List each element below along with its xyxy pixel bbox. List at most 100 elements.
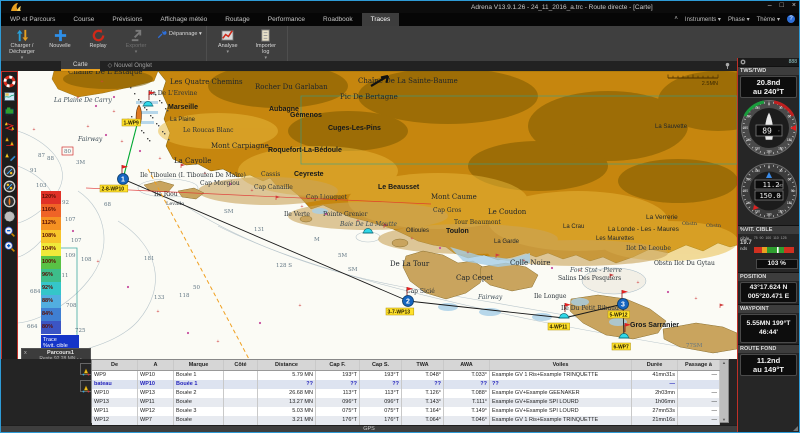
place-label: La Plaine (170, 117, 196, 123)
place-label: De La Tour (390, 260, 430, 268)
menu-phase-dropdown[interactable]: Phase ▾ (728, 16, 750, 23)
table-row[interactable]: WP12WP7Bouée3.21 MN176°T176°TT.064°T.046… (92, 416, 720, 425)
column-header-cap-f[interactable]: Cap F. (316, 360, 360, 370)
column-header-marque[interactable]: Marque (174, 360, 224, 370)
menu-tab-course[interactable]: Course (64, 13, 103, 26)
marks-pair-icon[interactable] (3, 135, 16, 148)
column-header-c-t[interactable]: Côté (224, 360, 258, 370)
table-cell: 3.21 MN (258, 416, 316, 425)
help-button[interactable]: ? (787, 15, 795, 23)
svg-text:+: + (159, 156, 162, 162)
legend-band: 112% (41, 217, 61, 230)
route-table[interactable]: DeAMarqueCôtéDistanceCap F.Cap S.TWAAWAV… (91, 359, 729, 423)
table-cell: Bouée 2 (174, 389, 224, 398)
marks-edit-icon[interactable] (3, 150, 16, 163)
svg-text:+: + (299, 303, 302, 309)
close-button[interactable]: × (792, 2, 796, 9)
position-header: POSITION (738, 272, 799, 281)
table-cell: WP9 (92, 371, 138, 380)
compass-gauge: 0306090120150180210240270300330 11.2 ND … (740, 162, 798, 220)
life-ring-icon[interactable] (3, 75, 16, 88)
menu-tab-roadbook[interactable]: Roadbook (314, 13, 362, 26)
place-label: La Garde (494, 239, 520, 245)
table-cell: 193°T (360, 371, 402, 380)
scroll-up-icon[interactable]: ▲ (722, 360, 726, 365)
table-row[interactable]: WP9WP10Bouée 15.79 MN193°T193°TT.048°T.0… (92, 371, 720, 380)
column-header-dur-e[interactable]: Durée (632, 360, 678, 370)
chart-display-icon[interactable] (3, 90, 16, 103)
ribbon-group-analyse: Analyse▾Importerlog ▾Analyse (207, 26, 288, 61)
menu-tab-performance[interactable]: Performance (259, 13, 314, 26)
column-header-twa[interactable]: TWA (402, 360, 444, 370)
marks-route-icon[interactable] (3, 120, 16, 133)
tab-new[interactable]: ◇ Nouvel Onglet (100, 61, 160, 71)
compass-marks2-icon[interactable] (3, 180, 16, 193)
place-label: La Crau (563, 224, 584, 230)
select-area-icon[interactable] (3, 210, 16, 223)
table-cell: — (678, 398, 720, 407)
svg-text:+: + (411, 236, 414, 242)
column-header-de[interactable]: De (92, 360, 138, 370)
table-cell: — (632, 380, 678, 389)
column-header-passage[interactable]: Passage à (678, 360, 720, 370)
place-label: La Plaine De Carry (53, 97, 112, 104)
scroll-down-icon[interactable]: ▼ (722, 417, 726, 422)
place-label: Roquefort-La-Bédoule (268, 147, 342, 154)
table-row[interactable]: WP10WP13Bouée 226.68 MN113°T113°TT.126°T… (92, 389, 720, 398)
gear-icon[interactable] (740, 59, 746, 65)
depth-sounding: 3M (76, 160, 85, 166)
column-header-cap-s[interactable]: Cap S. (360, 360, 402, 370)
menu-tab-pr-visions[interactable]: Prévisions (103, 13, 151, 26)
compass-marks-icon[interactable] (3, 165, 16, 178)
menu-th-me-dropdown[interactable]: Thème ▾ (757, 16, 780, 23)
table-cell: 113°T (316, 389, 360, 398)
table-row[interactable]: WP13WP11Bouée13.27 MN096°T096°TT.143°T.1… (92, 398, 720, 407)
title-bar: Adrena V13.9.1.26 - 24_11_2016_a.trc - R… (1, 1, 799, 13)
pin-icon[interactable] (724, 62, 731, 69)
place-label: Rocher Du Garlaban (255, 83, 328, 91)
ribbon-button-importerlog[interactable]: Importerlog ▾ (249, 27, 283, 61)
zoom-out-icon[interactable] (3, 225, 16, 238)
minimize-button[interactable]: – (768, 2, 772, 9)
table-cell (224, 380, 258, 389)
vit-cible-header: %VIT. CIBLE (738, 225, 799, 234)
place-label: Gémenos (290, 112, 322, 119)
nautical-chart[interactable]: ++++++++++++++++++++++ 87889110392111107… (18, 71, 738, 360)
zoom-in-icon[interactable] (3, 240, 16, 253)
column-header-awa[interactable]: AWA (444, 360, 490, 370)
column-header-voiles[interactable]: Voiles (490, 360, 632, 370)
table-scrollbar[interactable]: ▲ ▼ (720, 360, 728, 422)
ribbon-button-charger-d-charger[interactable]: Charger /Décharger ▾ (5, 27, 39, 61)
table-row[interactable]: WP11WP12Bouée 35.03 MN075°T075°TT.164°T.… (92, 407, 720, 416)
ribbon-button-nouvelle[interactable]: Nouvelle (43, 27, 77, 49)
table-cell: 096°T (360, 398, 402, 407)
menu-tab-affichage-m-t-o[interactable]: Affichage météo (151, 13, 216, 26)
ribbon-button-exporter[interactable]: Exporter▾ (119, 27, 153, 55)
menu-instruments-dropdown[interactable]: Instruments ▾ (685, 16, 721, 23)
svg-text:180: 180 (766, 150, 772, 154)
engine-icon[interactable] (3, 105, 16, 118)
column-header-distance[interactable]: Distance (258, 360, 316, 370)
table-cell: Bouée 3 (174, 407, 224, 416)
boat-position-icon[interactable] (3, 195, 16, 208)
column-header-a[interactable]: A (138, 360, 174, 370)
collapse-ribbon-icon[interactable]: ˄ (674, 16, 678, 22)
place-label: La Sauvette (655, 124, 688, 130)
legend-band: 92% (41, 282, 61, 295)
svg-text:240: 240 (746, 138, 752, 142)
maximize-button[interactable]: □ (780, 2, 784, 9)
table-cell: ?? (490, 380, 632, 389)
resize-grip[interactable] (793, 426, 798, 431)
menu-tab-routage[interactable]: Routage (216, 13, 259, 26)
menu-tab-wp-et-parcours[interactable]: WP et Parcours (1, 13, 64, 26)
ribbon-button-replay[interactable]: Replay (81, 27, 115, 49)
table-cell: WP10 (138, 380, 174, 389)
table-row[interactable]: bateauWP10Bouée 1????????????— (92, 380, 720, 389)
depth-sounding: SM (224, 209, 234, 215)
ribbon-button-analyse[interactable]: Analyse▾ (211, 27, 245, 55)
tab-carte[interactable]: Carte (61, 61, 100, 71)
menu-tab-traces[interactable]: Traces (362, 13, 400, 26)
table-cell: 1h06mn (632, 398, 678, 407)
ribbon-button-d-pannage[interactable]: Dépannage ▾ (157, 28, 202, 40)
wind-angle-gauge: 0306090120150180210240270300330 89 ° (740, 99, 798, 157)
